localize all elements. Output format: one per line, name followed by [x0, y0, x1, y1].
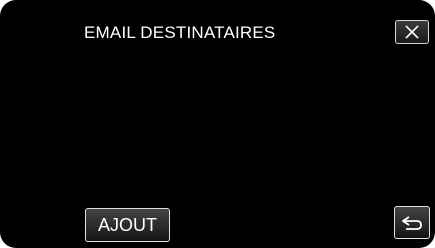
- page-title: EMAIL DESTINATAIRES: [84, 23, 276, 42]
- close-button[interactable]: [395, 20, 429, 44]
- back-button[interactable]: [394, 206, 430, 239]
- email-recipients-screen: EMAIL DESTINATAIRES AJOUT: [0, 0, 435, 248]
- add-button[interactable]: AJOUT: [85, 208, 170, 242]
- return-arrow-icon: [402, 215, 422, 230]
- close-icon: [405, 25, 419, 39]
- add-button-label: AJOUT: [97, 215, 157, 235]
